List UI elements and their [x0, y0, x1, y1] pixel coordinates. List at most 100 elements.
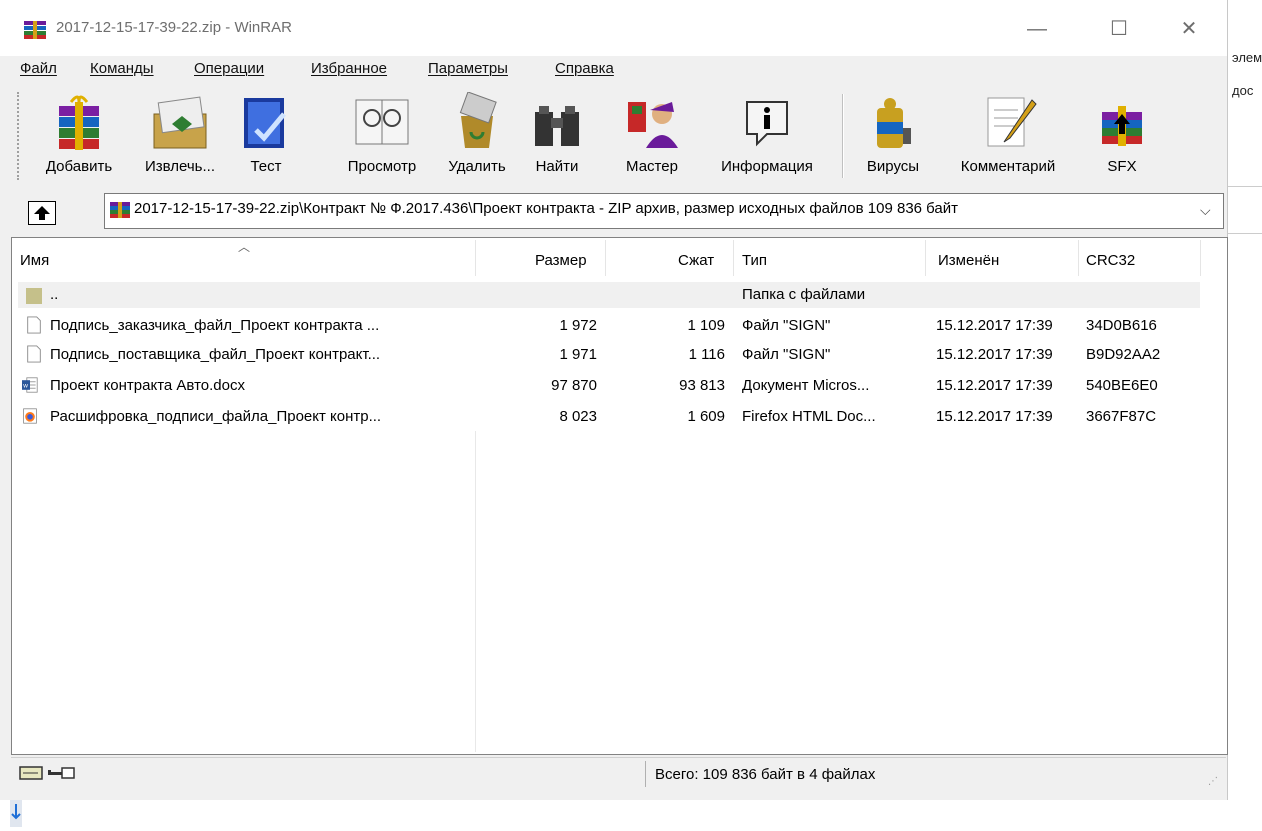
menu-bar: Файл Команды Операции Избранное Параметр…	[0, 56, 1227, 82]
close-button[interactable]: ✕	[1166, 14, 1212, 44]
column-divider[interactable]	[475, 240, 476, 276]
status-summary: Всего: 109 836 байт в 4 файлах	[655, 766, 876, 783]
info-label: Информация	[721, 158, 813, 175]
archive-icon	[110, 202, 130, 218]
wizard-label: Мастер	[626, 158, 678, 175]
drive-key-icon[interactable]	[18, 764, 82, 782]
file-crc: B9D92AA2	[1086, 346, 1161, 363]
file-packed: 1 109	[687, 317, 725, 334]
table-row[interactable]: Подпись_заказчика_файл_Проект контракта …	[18, 313, 1200, 339]
toolbar-grip[interactable]	[17, 92, 22, 180]
binoculars-icon	[535, 106, 579, 146]
test-label: Тест	[250, 158, 282, 175]
column-divider[interactable]	[1078, 240, 1079, 276]
menu-commands[interactable]: Команды	[90, 60, 154, 77]
firefox-html-icon	[23, 408, 37, 424]
add-label: Добавить	[45, 158, 113, 175]
file-name: Проект контракта Авто.docx	[50, 377, 245, 394]
title-bar: 2017-12-15-17-39-22.zip - WinRAR — ☐ ✕	[0, 0, 1227, 56]
table-row[interactable]: w Проект контракта Авто.docx 97 870 93 8…	[18, 373, 1200, 399]
column-divider[interactable]	[1200, 240, 1201, 276]
menu-help[interactable]: Справка	[555, 60, 614, 77]
menu-file[interactable]: Файл	[20, 60, 57, 77]
sfx-icon	[1102, 106, 1142, 146]
view-button[interactable]: Просмотр	[334, 92, 430, 178]
file-packed: 93 813	[679, 377, 725, 394]
file-name: ..	[50, 286, 59, 303]
menu-favorites[interactable]: Избранное	[311, 60, 387, 77]
file-packed: 1 609	[687, 408, 725, 425]
file-name: Подпись_поставщика_файл_Проект контракт.…	[50, 346, 381, 363]
table-row[interactable]: .. Папка с файлами	[18, 282, 1200, 308]
menu-operations[interactable]: Операции	[194, 60, 264, 77]
menu-options[interactable]: Параметры	[428, 60, 508, 77]
file-type: Firefox HTML Doc...	[742, 408, 876, 425]
column-guide	[475, 431, 476, 752]
test-button[interactable]: Тест	[236, 92, 296, 178]
file-modified: 15.12.2017 17:39	[936, 317, 1053, 334]
svg-text:w: w	[22, 382, 28, 389]
column-header-packed[interactable]: Сжат	[678, 252, 714, 269]
file-crc: 3667F87C	[1086, 408, 1157, 425]
resize-grip-icon[interactable]: ⋰	[1208, 776, 1218, 787]
sort-ascending-icon: ︿	[238, 240, 251, 254]
table-row[interactable]: Расшифровка_подписи_файла_Проект контр..…	[18, 404, 1200, 430]
wizard-icon	[628, 102, 678, 148]
sfx-button[interactable]: SFX	[1094, 92, 1150, 178]
arrow-down-icon	[11, 804, 21, 820]
delete-button[interactable]: Удалить	[436, 92, 518, 178]
file-type: Папка с файлами	[742, 286, 866, 303]
column-header-crc[interactable]: CRC32	[1086, 252, 1135, 269]
file-name: Расшифровка_подписи_файла_Проект контр..…	[50, 408, 382, 425]
background-window-edge	[1228, 186, 1262, 234]
extract-label: Извлечь...	[144, 158, 215, 175]
winrar-window: 2017-12-15-17-39-22.zip - WinRAR — ☐ ✕ Ф…	[0, 0, 1228, 800]
find-button[interactable]: Найти	[524, 92, 590, 178]
file-modified: 15.12.2017 17:39	[936, 377, 1053, 394]
virus-scan-button[interactable]: Вирусы	[855, 92, 931, 178]
file-type: Файл "SIGN"	[742, 317, 831, 334]
file-type: Документ Micros...	[742, 377, 870, 394]
background-window-text: доc	[1232, 83, 1254, 98]
file-crc: 34D0B616	[1086, 317, 1157, 334]
comment-label: Комментарий	[960, 158, 1056, 175]
table-row[interactable]: Подпись_поставщика_файл_Проект контракт.…	[18, 342, 1200, 368]
blank-file-icon	[27, 345, 41, 363]
column-divider[interactable]	[925, 240, 926, 276]
find-label: Найти	[535, 158, 579, 175]
up-folder-button[interactable]	[28, 201, 56, 225]
column-header-modified[interactable]: Изменён	[938, 252, 999, 269]
virus-scan-icon	[877, 98, 911, 148]
background-window-text: элем	[1232, 50, 1262, 65]
delete-label: Удалить	[448, 158, 506, 175]
file-size: 8 023	[559, 408, 597, 425]
add-archive-icon	[59, 95, 99, 150]
folder-icon	[26, 288, 42, 304]
column-header-size[interactable]: Размер	[535, 252, 587, 269]
file-size: 97 870	[551, 377, 597, 394]
file-modified: 15.12.2017 17:39	[936, 346, 1053, 363]
column-divider[interactable]	[733, 240, 734, 276]
comment-button[interactable]: Комментарий	[938, 92, 1078, 178]
extract-button[interactable]: Извлечь...	[131, 92, 229, 178]
view-icon	[355, 99, 409, 145]
column-header-name[interactable]: Имя	[20, 252, 49, 269]
sfx-label: SFX	[1107, 158, 1137, 175]
file-size: 1 971	[559, 346, 597, 363]
info-icon	[746, 101, 788, 147]
column-header-type[interactable]: Тип	[742, 252, 767, 269]
column-divider[interactable]	[605, 240, 606, 276]
file-crc: 540BE6E0	[1086, 377, 1158, 394]
maximize-button[interactable]: ☐	[1096, 14, 1142, 44]
delete-icon	[459, 92, 497, 148]
minimize-button[interactable]: —	[1014, 14, 1060, 44]
info-button[interactable]: Информация	[706, 92, 828, 178]
word-doc-icon: w	[22, 377, 38, 393]
comment-icon	[987, 97, 1037, 147]
add-button[interactable]: Добавить	[34, 92, 124, 178]
file-name: Подпись_заказчика_файл_Проект контракта …	[50, 317, 380, 334]
wizard-button[interactable]: Мастер	[616, 92, 688, 178]
test-icon	[244, 98, 286, 148]
chevron-down-icon[interactable]: ⌵	[1200, 202, 1211, 219]
file-packed: 1 116	[688, 346, 725, 363]
